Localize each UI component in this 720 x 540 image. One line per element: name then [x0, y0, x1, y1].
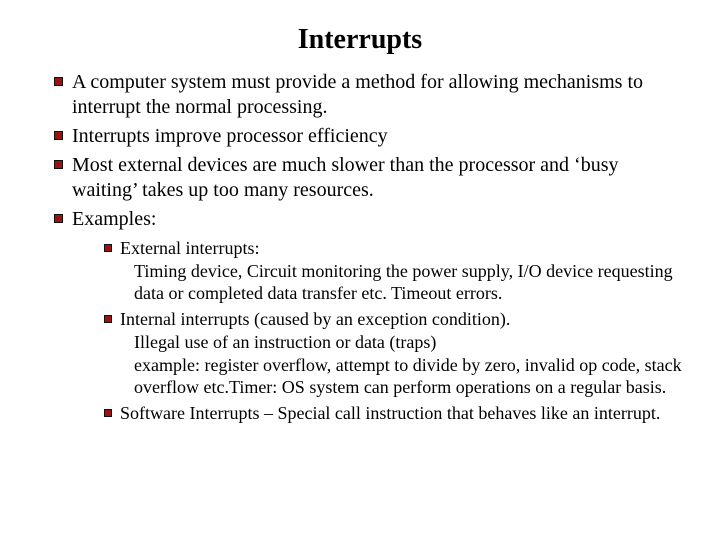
examples-list: External interrupts: Timing device, Circ…	[72, 238, 684, 425]
list-item: Interrupts improve processor efficiency	[54, 124, 684, 149]
example-body: Illegal use of an instruction or data (t…	[120, 332, 684, 354]
list-item: Most external devices are much slower th…	[54, 153, 684, 203]
list-item: A computer system must provide a method …	[54, 70, 684, 120]
main-list: A computer system must provide a method …	[36, 70, 684, 425]
example-head: Internal interrupts (caused by an except…	[120, 309, 510, 329]
page-title: Interrupts	[36, 24, 684, 56]
list-item: External interrupts: Timing device, Circ…	[104, 238, 684, 305]
list-item-label: Examples:	[72, 208, 156, 230]
example-head: Software Interrupts – Special call instr…	[120, 403, 660, 423]
list-item: Software Interrupts – Special call instr…	[104, 403, 684, 425]
list-item: Internal interrupts (caused by an except…	[104, 309, 684, 399]
example-head: External interrupts:	[120, 238, 259, 258]
example-body: example: register overflow, attempt to d…	[120, 355, 684, 399]
example-body: Timing device, Circuit monitoring the po…	[120, 261, 684, 305]
list-item: Examples: External interrupts: Timing de…	[54, 207, 684, 425]
